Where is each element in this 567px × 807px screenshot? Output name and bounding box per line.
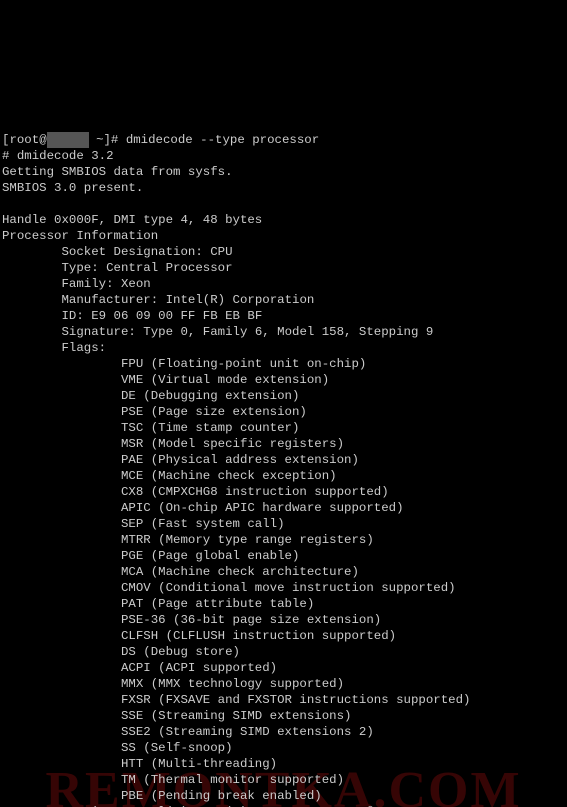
- field-value: Central Processor: [106, 261, 232, 275]
- prompt-line: [root@ ~]# dmidecode --type processor: [2, 133, 319, 147]
- section-title: Processor Information: [2, 229, 158, 243]
- field-label: Signature: [62, 325, 129, 339]
- field-label: ID: [62, 309, 77, 323]
- field-value: Type 0, Family 6, Model 158, Stepping 9: [143, 325, 433, 339]
- flags-label: Flags:: [62, 341, 107, 355]
- field-value: Intel(R) Xeon(R) CPU E3-1275 v6 @ 3.80GH…: [128, 805, 433, 807]
- field-label: Manufacturer: [62, 293, 151, 307]
- field-label: Version: [62, 805, 114, 807]
- field-label: Type: [62, 261, 92, 275]
- output-line: SMBIOS 3.0 present.: [2, 181, 143, 195]
- hostname-masked: [47, 132, 89, 148]
- field-label: Family: [62, 277, 107, 291]
- field-value: E9 06 09 00 FF FB EB BF: [91, 309, 262, 323]
- handle-line: Handle 0x000F, DMI type 4, 48 bytes: [2, 213, 262, 227]
- flags-list: FPU (Floating-point unit on-chip) VME (V…: [2, 357, 470, 803]
- output-line: # dmidecode 3.2: [2, 149, 114, 163]
- terminal-output: [root@ ~]# dmidecode --type processor # …: [0, 112, 567, 807]
- command-text: dmidecode --type processor: [126, 133, 319, 147]
- field-value: Xeon: [121, 277, 151, 291]
- field-value: CPU: [210, 245, 232, 259]
- output-line: Getting SMBIOS data from sysfs.: [2, 165, 233, 179]
- field-value: Intel(R) Corporation: [166, 293, 315, 307]
- field-label: Socket Designation: [62, 245, 196, 259]
